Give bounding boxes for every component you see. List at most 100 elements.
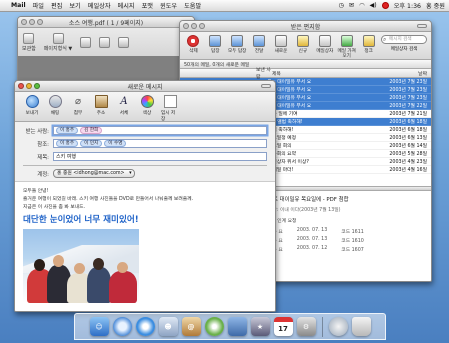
column-subject[interactable]: 제목 xyxy=(272,70,375,77)
menu-file[interactable]: 파일 xyxy=(33,1,44,10)
ical-icon[interactable]: 17 xyxy=(273,317,293,336)
menu-app[interactable]: Mail xyxy=(11,2,26,9)
arrow-down-icon xyxy=(99,36,111,48)
pdf-toolbar: 보관함 페이지형식 ▼ xyxy=(18,28,194,56)
iphoto-icon[interactable] xyxy=(227,317,247,336)
safari-compass-icon[interactable] xyxy=(135,317,155,336)
drawer-button[interactable]: 보관함 xyxy=(22,32,36,52)
save-draft-button[interactable]: 임시 저장 xyxy=(161,95,179,122)
viewer-title: 받은 편지함 xyxy=(290,23,321,31)
preview-subtitle: 날짜: 이내 이다(2003년 7월 13일) xyxy=(268,208,341,213)
preview-row: 오우 요2003. 07. 13코드 1610 xyxy=(268,237,364,244)
zoom-icon xyxy=(118,36,130,48)
compose-titlebar[interactable]: 새로운 메시지 xyxy=(15,81,275,92)
clock[interactable]: 오후 1:36 xyxy=(394,1,421,10)
pdf-window-titlebar[interactable]: 소스 여행.pdf ( 1 / 9페이지) xyxy=(18,17,194,28)
trash-icon[interactable] xyxy=(351,317,371,336)
cc-field[interactable]: 이 홍주 이 민지 이 수명 xyxy=(53,139,267,148)
zoom-tool-button[interactable] xyxy=(118,36,130,48)
fonts-button[interactable]: A 서체 xyxy=(115,95,133,116)
menu-edit[interactable]: 편집 xyxy=(51,1,62,10)
body-line: 즐거운 여행이 되었길 바래. 스키 여행 사진들을 DVD로 만들어서 나눠줄… xyxy=(23,197,194,202)
preview-line: 1/2 인계 요청 xyxy=(268,219,297,224)
chat-bubble-icon xyxy=(48,95,62,108)
junk-button[interactable]: 정크 xyxy=(359,35,378,54)
delete-icon xyxy=(187,35,200,47)
cc-token[interactable]: 이 홍주 xyxy=(56,140,79,147)
preview-row: 오우 요2003. 07. 13코드 1611 xyxy=(268,228,364,235)
back-button[interactable] xyxy=(80,36,92,48)
cc-token[interactable]: 이 수명 xyxy=(104,140,127,147)
message-body[interactable]: 모두들 안녕! 즐거운 여행이 되었길 바래. 스키 여행 사진들을 DVD로 … xyxy=(15,181,275,311)
menu-window[interactable]: 윈도우 xyxy=(160,1,177,10)
send-button[interactable]: 보내기 xyxy=(23,95,41,116)
mailbox-button[interactable]: 메일상자 xyxy=(315,35,334,54)
column-headers: 보낸 사람 제목 날짜 xyxy=(180,68,431,80)
message-date: 2003년 7월 22일 xyxy=(389,104,427,109)
compose-window: 새로운 메시지 보내기 채팅 ⌀ 첨부 주소 A 서체 색상 임시 저장 받는 사람… xyxy=(14,80,276,312)
reply-all-button[interactable]: 모두 답장 xyxy=(228,35,247,54)
message-date: 2003년 7월 23일 xyxy=(389,88,427,93)
pdf-window-title: 소스 여행.pdf ( 1 / 9페이지) xyxy=(68,19,144,27)
paperclip-icon: ⌀ xyxy=(74,96,82,107)
column-date[interactable]: 날짜 xyxy=(375,70,431,77)
finder-icon[interactable]: ☺ xyxy=(89,317,109,336)
chat-icon[interactable]: ✉ xyxy=(349,2,354,9)
preview-table: 오우 요2003. 07. 13코드 1611 오우 요2003. 07. 13… xyxy=(268,228,425,253)
menu-mailbox[interactable]: 메일상자 xyxy=(88,1,111,10)
menu-format[interactable]: 포맷 xyxy=(142,1,153,10)
compose-toolbar-toggle[interactable] xyxy=(261,84,271,88)
get-mail-button[interactable]: 메일 가져오기 xyxy=(337,35,356,59)
recipient-token[interactable]: 이 홍주 xyxy=(56,127,79,134)
menu-message[interactable]: 메시지 xyxy=(118,1,135,10)
address-book-icon xyxy=(94,95,108,108)
itunes-icon[interactable]: ♪ xyxy=(204,317,224,336)
preview-row: 오우 요2003. 07. 12코드 1607 xyxy=(268,246,364,253)
system-preferences-icon[interactable]: ⚙ xyxy=(296,317,316,336)
cc-token[interactable]: 이 민지 xyxy=(80,140,103,147)
search-label: 메일상자 검색 xyxy=(390,47,418,52)
delete-button[interactable]: 삭제 xyxy=(184,35,203,54)
recipient-token[interactable]: 김 한희 xyxy=(80,127,103,134)
menubar-extras: ◷ ✉ ◠ ◀) 오후 1:36 홍 중원 xyxy=(339,1,445,10)
user-name[interactable]: 홍 중원 xyxy=(426,1,445,10)
record-icon[interactable] xyxy=(381,2,389,9)
mail-stamp-icon[interactable] xyxy=(112,317,132,336)
message-date: 2003년 6월 14일 xyxy=(389,144,427,149)
account-select[interactable]: 홍 중원 <idhong@mac.com> xyxy=(53,169,135,178)
reply-button[interactable]: 답장 xyxy=(206,35,225,54)
volume-icon[interactable]: ◀) xyxy=(370,2,377,9)
ichat-icon[interactable]: ☻ xyxy=(158,317,178,336)
message-date: 2003년 4월 16일 xyxy=(389,168,427,173)
reply-all-icon xyxy=(231,35,244,47)
page-format-button[interactable]: 페이지형식 ▼ xyxy=(44,32,72,52)
subject-value: 스키 여행 xyxy=(56,154,76,160)
search-input[interactable]: 메시지 검색 xyxy=(381,35,428,44)
subject-field[interactable]: 스키 여행 xyxy=(53,152,267,161)
new-button[interactable]: 새로운 xyxy=(272,35,291,54)
font-icon: A xyxy=(120,96,128,107)
sync-icon[interactable]: ◷ xyxy=(339,2,344,9)
colors-button[interactable]: 색상 xyxy=(138,95,156,116)
chat-button[interactable]: 채팅 xyxy=(46,95,64,116)
toolbar-toggle-button[interactable] xyxy=(417,24,427,28)
forward-button[interactable]: 전달 xyxy=(250,35,269,54)
body-line: 모두들 안녕! xyxy=(23,189,49,194)
menu-view[interactable]: 보기 xyxy=(69,1,80,10)
ski-group-photo xyxy=(23,229,139,303)
attach-button[interactable]: ⌀ 첨부 xyxy=(69,95,87,116)
junk-icon xyxy=(362,35,375,47)
address-book-icon[interactable]: @ xyxy=(181,317,201,336)
header-divider xyxy=(23,165,267,166)
to-field[interactable]: 이 홍주 김 한희 xyxy=(53,126,267,135)
preview-title: 이트 대이밀유 목요일에 - PDF 첨합 xyxy=(268,197,349,203)
pencil-icon xyxy=(296,35,309,47)
menu-help[interactable]: 도움말 xyxy=(184,1,201,10)
globe-icon[interactable] xyxy=(328,317,348,336)
new-message-button[interactable]: 신규 xyxy=(293,35,312,54)
imovie-icon[interactable]: ★ xyxy=(250,317,270,336)
viewer-titlebar[interactable]: 받은 편지함 xyxy=(180,21,431,32)
address-button[interactable]: 주소 xyxy=(92,95,110,116)
forward-button[interactable] xyxy=(99,36,111,48)
wifi-icon[interactable]: ◠ xyxy=(359,2,364,9)
